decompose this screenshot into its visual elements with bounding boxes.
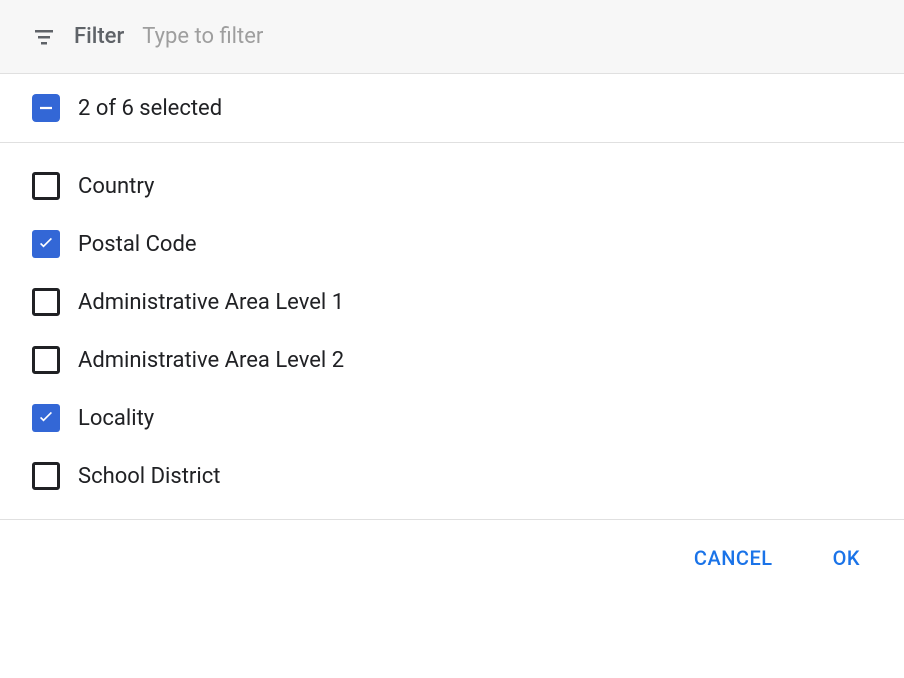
- checkbox-unchecked-icon: [32, 462, 60, 490]
- indeterminate-checkbox-icon: [32, 94, 60, 122]
- option-label: Locality: [78, 406, 154, 431]
- checkbox-checked-icon: [32, 404, 60, 432]
- filter-input[interactable]: [142, 24, 872, 49]
- ok-button[interactable]: OK: [825, 540, 868, 576]
- option-label: Administrative Area Level 2: [78, 348, 344, 373]
- option-admin-area-1[interactable]: Administrative Area Level 1: [0, 273, 904, 331]
- option-label: School District: [78, 464, 220, 489]
- cancel-button[interactable]: CANCEL: [686, 540, 781, 576]
- option-school-district[interactable]: School District: [0, 447, 904, 505]
- option-locality[interactable]: Locality: [0, 389, 904, 447]
- option-label: Postal Code: [78, 232, 197, 257]
- option-country[interactable]: Country: [0, 157, 904, 215]
- checkbox-unchecked-icon: [32, 346, 60, 374]
- filter-label: Filter: [74, 24, 124, 49]
- filter-icon: [32, 25, 56, 49]
- select-all-row[interactable]: 2 of 6 selected: [0, 74, 904, 143]
- option-admin-area-2[interactable]: Administrative Area Level 2: [0, 331, 904, 389]
- filter-bar: Filter: [0, 0, 904, 74]
- checkbox-checked-icon: [32, 230, 60, 258]
- checkbox-unchecked-icon: [32, 288, 60, 316]
- options-list: Country Postal Code Administrative Area …: [0, 143, 904, 520]
- option-label: Administrative Area Level 1: [78, 290, 344, 315]
- option-label: Country: [78, 174, 154, 199]
- button-bar: CANCEL OK: [0, 520, 904, 596]
- selection-summary-text: 2 of 6 selected: [78, 96, 222, 121]
- checkbox-unchecked-icon: [32, 172, 60, 200]
- option-postal-code[interactable]: Postal Code: [0, 215, 904, 273]
